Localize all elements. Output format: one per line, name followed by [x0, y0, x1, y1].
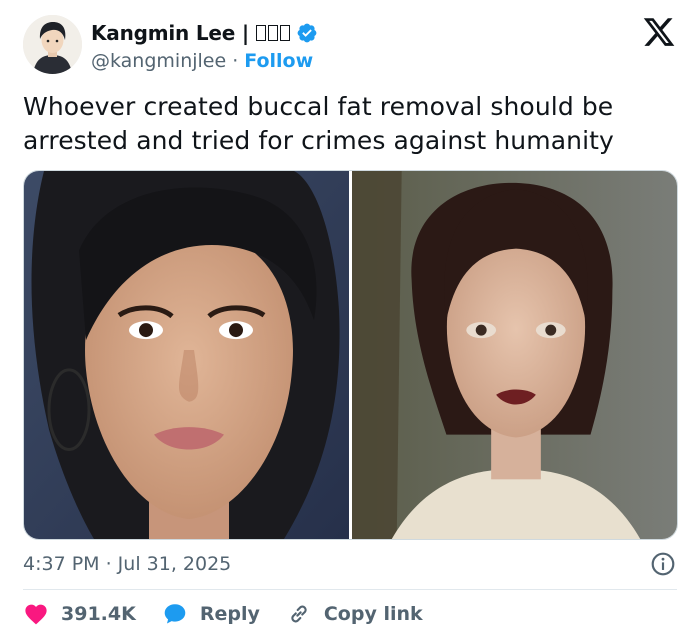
tweet-media[interactable]: [23, 170, 678, 540]
author-handle[interactable]: @kangminjlee: [91, 50, 226, 72]
info-icon[interactable]: [650, 551, 676, 577]
missing-glyph-box: [256, 25, 266, 41]
reply-button[interactable]: Reply: [162, 601, 260, 627]
separator-dot: ·: [232, 50, 239, 72]
copy-link-button[interactable]: Copy link: [286, 601, 423, 627]
link-icon: [291, 605, 307, 623]
author-name-unrendered-glyphs: [256, 25, 290, 41]
author-handle-row: @kangminjlee · Follow: [91, 48, 313, 74]
tweet-timestamp[interactable]: 4:37 PM · Jul 31, 2025: [23, 549, 231, 579]
speech-bubble-icon: [164, 604, 186, 624]
follow-button[interactable]: Follow: [244, 50, 313, 72]
woman-portrait-after: [352, 171, 677, 539]
x-logo-icon[interactable]: [642, 15, 676, 49]
photo-right[interactable]: [352, 171, 677, 539]
verified-badge-icon: [297, 23, 317, 43]
avatar-illustration: [23, 15, 82, 74]
tweet-text: Whoever created buccal fat removal shoul…: [23, 92, 614, 155]
woman-portrait-before: [24, 171, 349, 539]
author-name-row[interactable]: Kangmin Lee |: [91, 18, 318, 48]
missing-glyph-box: [268, 25, 278, 41]
like-button[interactable]: 391.4K: [23, 601, 136, 627]
like-count: 391.4K: [61, 603, 136, 625]
heart-icon: [25, 604, 47, 625]
photo-left[interactable]: [24, 171, 349, 539]
missing-glyph-box: [280, 25, 290, 41]
divider: [23, 589, 677, 590]
tweet-actions: 391.4K Reply Copy link: [23, 598, 423, 630]
author-name[interactable]: Kangmin Lee |: [91, 21, 249, 45]
copy-link-label: Copy link: [323, 603, 423, 625]
avatar[interactable]: [23, 15, 82, 74]
reply-label: Reply: [199, 603, 260, 625]
